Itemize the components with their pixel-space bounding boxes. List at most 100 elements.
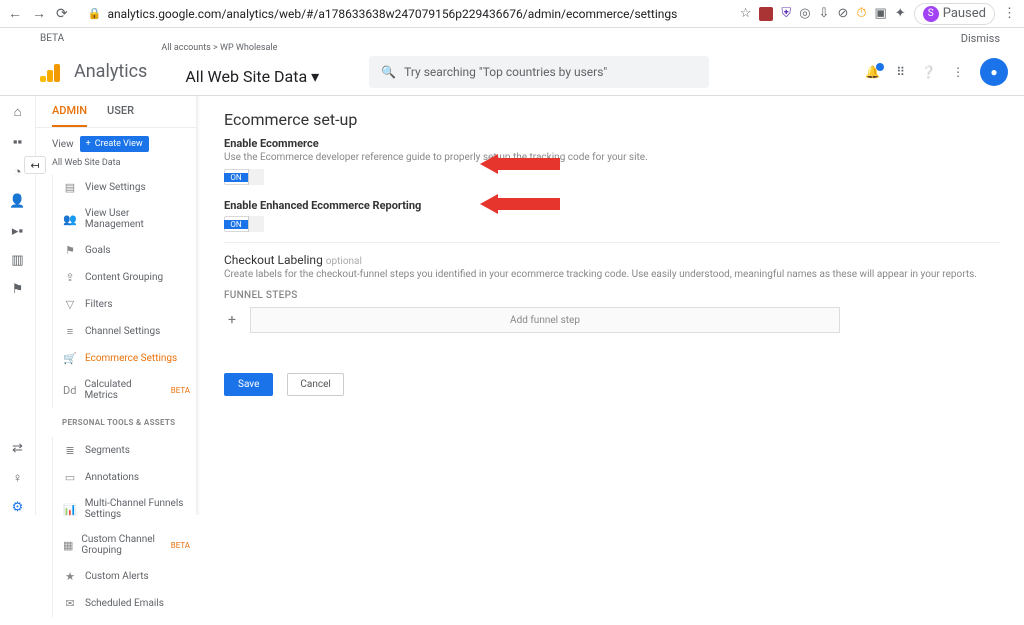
download-icon[interactable]: ⇩: [819, 6, 830, 21]
conversions-icon[interactable]: ⚑: [12, 282, 24, 297]
clock-icon[interactable]: ⏱: [856, 6, 866, 21]
product-name: Analytics: [74, 61, 147, 82]
sidebar-item-icon: ✉: [63, 597, 77, 610]
sidebar-item-icon: 🛒: [63, 352, 77, 365]
sidebar-item[interactable]: DdCalculated Metrics BETA: [53, 372, 196, 408]
sidebar-item[interactable]: 👥 View User Management: [53, 201, 196, 237]
sidebar-item[interactable]: ▤ View Settings: [53, 174, 196, 201]
section-header: PERSONAL TOOLS & ASSETS: [52, 408, 196, 433]
sidebar-item[interactable]: ★ Custom Alerts: [53, 563, 196, 590]
view-picker[interactable]: All accounts > WP Wholesale All Web Site…: [161, 44, 343, 99]
sidebar-item-label: Content Grouping: [85, 272, 163, 283]
funnel-steps-heading: FUNNEL STEPS: [224, 290, 1000, 301]
url-text: analytics.google.com/analytics/web/#/a17…: [107, 7, 677, 21]
dismiss-link[interactable]: Dismiss: [961, 32, 1000, 45]
cancel-button[interactable]: Cancel: [287, 373, 343, 396]
enable-enhanced-heading: Enable Enhanced Ecommerce Reporting: [224, 199, 1000, 212]
plus-icon: +: [86, 139, 91, 149]
sidebar-item-label: View User Management: [85, 208, 190, 230]
report-icon[interactable]: ▪▪: [13, 134, 22, 150]
annotation-arrow-icon: [480, 154, 560, 174]
sidebar-item-label: Channel Settings: [85, 326, 160, 337]
sidebar-item-label: Ecommerce Settings: [85, 353, 177, 364]
sidebar-item-label: Annotations: [85, 472, 139, 483]
sidebar-item-icon: ▤: [63, 181, 77, 194]
audience-icon[interactable]: 👤: [9, 194, 25, 209]
kebab-icon[interactable]: ⋮: [1003, 6, 1016, 21]
view-selector[interactable]: All Web Site Data: [52, 158, 196, 168]
sidebar-item-icon: ▭: [63, 471, 77, 484]
sidebar-item-label: Scheduled Emails: [85, 598, 164, 609]
profile-paused[interactable]: S Paused: [914, 3, 995, 25]
admin-gear-icon[interactable]: ⚙: [12, 500, 24, 515]
sidebar-item-icon: ★: [63, 570, 77, 583]
account-avatar[interactable]: ●: [980, 58, 1008, 86]
sidebar-item[interactable]: ≣ Segments: [53, 437, 196, 464]
save-button[interactable]: Save: [224, 373, 273, 396]
star-icon[interactable]: ☆: [740, 6, 752, 21]
apps-icon[interactable]: ⠿: [896, 65, 905, 79]
forward-icon[interactable]: →: [32, 5, 46, 22]
shield-icon[interactable]: ⛨: [781, 6, 791, 21]
sidebar-item-icon: ▽: [63, 298, 77, 311]
sidebar-item[interactable]: ⇪ Content Grouping: [53, 264, 196, 291]
create-view-button[interactable]: +Create View: [80, 136, 149, 152]
puzzle-icon[interactable]: ✦: [895, 6, 906, 21]
search-input[interactable]: 🔍 Try searching "Top countries by users": [369, 56, 709, 88]
sidebar-item-label: Custom Channel Grouping: [81, 534, 162, 556]
lock-icon: 🔒: [88, 7, 102, 20]
sidebar-item-label: Segments: [85, 445, 130, 456]
annotation-arrow-icon: [480, 194, 560, 214]
sidebar-item[interactable]: ≡ Channel Settings: [53, 318, 196, 345]
reload-icon[interactable]: ⟳: [56, 6, 68, 22]
box-icon[interactable]: ▣: [874, 6, 886, 21]
sidebar-item-icon: ≡: [63, 325, 77, 338]
sidebar-item-label: View Settings: [85, 182, 146, 193]
page-title: Ecommerce set-up: [224, 110, 1000, 129]
attribution-icon[interactable]: ⇄: [12, 441, 23, 456]
notifications-icon[interactable]: 🔔: [865, 65, 880, 79]
tag-icon[interactable]: ⊘: [837, 6, 848, 21]
extension-icon[interactable]: [759, 7, 773, 21]
sidebar-item-icon: ⇪: [63, 271, 77, 284]
back-icon[interactable]: ←: [8, 5, 22, 22]
add-funnel-step-button[interactable]: Add funnel step: [250, 307, 840, 333]
address-bar[interactable]: 🔒 analytics.google.com/analytics/web/#/a…: [78, 2, 730, 26]
circle-icon[interactable]: ◎: [799, 6, 810, 21]
sidebar-item-label: Filters: [85, 299, 113, 310]
enable-ecommerce-toggle[interactable]: ON: [224, 169, 264, 185]
sidebar-item[interactable]: 🛒 Ecommerce Settings: [53, 345, 196, 372]
back-button[interactable]: ↤: [24, 156, 46, 174]
tab-admin[interactable]: ADMIN: [52, 104, 87, 127]
sidebar-item-icon: ≣: [63, 444, 77, 457]
home-icon[interactable]: ⌂: [14, 104, 22, 120]
sidebar-item-icon: 📊: [63, 503, 77, 516]
sidebar-item-label: Goals: [85, 245, 111, 256]
sidebar-item-icon: ▦: [63, 539, 73, 552]
checkout-labeling-heading: Checkout Labeling: [224, 253, 323, 267]
chevron-down-icon: ▾: [311, 68, 319, 86]
sidebar-item-label: Calculated Metrics: [84, 379, 162, 401]
sidebar-item[interactable]: 📊 Multi-Channel Funnels Settings: [53, 491, 196, 527]
enable-enhanced-toggle[interactable]: ON: [224, 216, 264, 232]
kebab-icon[interactable]: ⋮: [952, 65, 964, 79]
acquisition-icon[interactable]: ▸▪: [12, 223, 23, 239]
behavior-icon[interactable]: ▥: [11, 253, 23, 268]
sidebar-item-icon: 👥: [63, 213, 77, 226]
enable-ecommerce-heading: Enable Ecommerce: [224, 137, 1000, 150]
search-icon: 🔍: [381, 65, 396, 79]
sidebar-item[interactable]: ▦Custom Channel Grouping BETA: [53, 527, 196, 563]
discover-icon[interactable]: ♀: [13, 470, 23, 486]
analytics-logo-icon: [40, 62, 60, 82]
sidebar-item-label: Multi-Channel Funnels Settings: [85, 498, 190, 520]
sidebar-item-label: Custom Alerts: [85, 571, 149, 582]
sidebar-item[interactable]: ⚑Goals: [53, 237, 196, 264]
realtime-icon[interactable]: ◔: [14, 164, 22, 180]
sidebar-item[interactable]: ✉ Scheduled Emails: [53, 590, 196, 617]
sidebar-item[interactable]: ▽ Filters: [53, 291, 196, 318]
beta-label: BETA: [40, 33, 64, 44]
tab-user[interactable]: USER: [107, 104, 134, 127]
add-step-plus[interactable]: +: [224, 307, 240, 333]
help-icon[interactable]: ❔: [921, 65, 936, 79]
sidebar-item[interactable]: ▭ Annotations: [53, 464, 196, 491]
